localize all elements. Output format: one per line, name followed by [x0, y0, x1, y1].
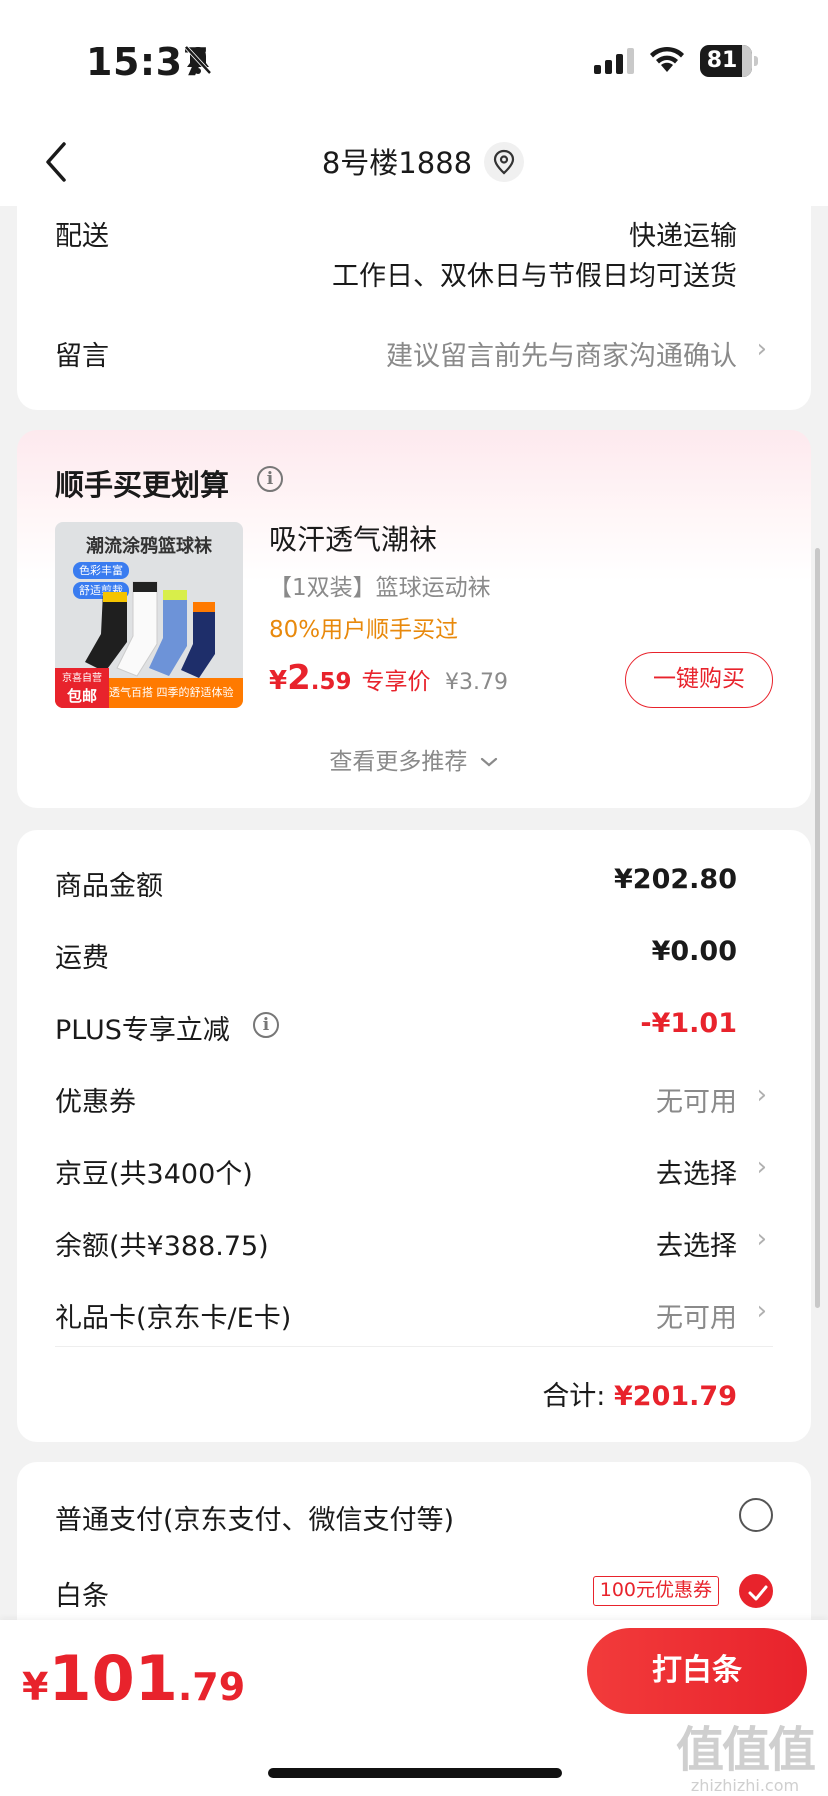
product-price: ¥2.59 专享价	[269, 658, 431, 698]
total-value: ¥201.79	[614, 1381, 737, 1412]
divider	[55, 1346, 773, 1347]
bell-muted-icon	[184, 45, 212, 75]
chevron-down-icon	[480, 757, 497, 767]
summary-label: PLUS专享立减	[55, 1015, 230, 1046]
cellular-signal-icon	[594, 48, 634, 74]
watermark: 值值值 zhizhizhi.com	[676, 1722, 816, 1795]
order-total: 合计: ¥201.79	[542, 1374, 737, 1413]
product-image[interactable]: 潮流涂鸦篮球袜 色彩丰富 舒适剪裁 透气百搭 四季的舒适体验 京喜自营 包邮	[55, 522, 243, 708]
one-click-buy-button[interactable]: 一键购买	[625, 652, 773, 708]
payment-option-label: 白条	[55, 1581, 109, 1612]
chevron-right-icon: ›	[756, 1296, 767, 1326]
summary-label: 商品金额	[55, 871, 163, 902]
summary-row-balance[interactable]: 余额(共¥388.75) 去选择 ›	[17, 1224, 811, 1264]
summary-value: 去选择	[656, 1231, 737, 1262]
total-label: 合计:	[542, 1381, 606, 1412]
bottom-bar: ¥101.79 打白条 值值值 zhizhizhi.com	[0, 1620, 828, 1796]
message-label: 留言	[55, 341, 109, 372]
free-shipping-badge: 京喜自营 包邮	[55, 668, 109, 708]
summary-row-giftcard[interactable]: 礼品卡(京东卡/E卡) 无可用 ›	[17, 1296, 811, 1336]
summary-value: 无可用	[656, 1087, 737, 1118]
more-recommendations-link[interactable]: 查看更多推荐	[17, 742, 811, 776]
wifi-icon	[650, 46, 684, 72]
product-spec: 【1双装】篮球运动袜	[269, 575, 491, 601]
chevron-right-icon: ›	[756, 1152, 767, 1182]
summary-label: 礼品卡(京东卡/E卡)	[55, 1303, 292, 1334]
summary-row: PLUS专享立减 i -¥1.01	[17, 1008, 811, 1048]
delivery-label: 配送	[55, 221, 109, 252]
payment-option-radio-selected[interactable]	[739, 1574, 773, 1608]
battery-indicator: 81	[700, 45, 758, 77]
scrollbar[interactable]	[815, 548, 820, 1308]
summary-label: 余额(共¥388.75)	[55, 1231, 269, 1262]
original-price: ¥3.79	[445, 670, 508, 695]
summary-row: 商品金额 ¥202.80	[17, 864, 811, 904]
recommend-title: 顺手买更划算	[55, 468, 230, 502]
summary-value: 无可用	[656, 1303, 737, 1334]
coupon-tag: 100元优惠券	[592, 1576, 719, 1606]
payable-price: ¥101.79	[22, 1642, 246, 1715]
chevron-right-icon: ›	[756, 1224, 767, 1254]
message-chevron-icon: ›	[756, 334, 767, 364]
price-tag: 专享价	[361, 669, 431, 695]
summary-label: 优惠券	[55, 1087, 136, 1118]
page-title: 8号楼1888	[321, 146, 473, 180]
battery-level: 81	[706, 48, 738, 73]
summary-value: ¥0.00	[651, 936, 737, 967]
location-pin-icon	[493, 149, 515, 175]
info-icon[interactable]: i	[253, 1012, 279, 1038]
more-recommendations-label: 查看更多推荐	[329, 749, 468, 775]
checkmark-icon	[748, 1585, 768, 1601]
delivery-card: 配送 快递运输 工作日、双休日与节假日均可送货 留言 建议留言前先与商家沟通确认…	[17, 190, 811, 410]
status-bar: 15:37 81	[0, 0, 828, 120]
delivery-schedule: 工作日、双休日与节假日均可送货	[332, 261, 737, 292]
summary-label: 运费	[55, 943, 109, 974]
recommend-card: 顺手买更划算 i 潮流涂鸦篮球袜 色彩丰富 舒适剪裁 透气百搭 四季的舒适体验 …	[17, 430, 811, 808]
summary-row: 运费 ¥0.00	[17, 936, 811, 976]
info-icon[interactable]: i	[257, 466, 283, 492]
summary-row-jingdou[interactable]: 京豆(共3400个) 去选择 ›	[17, 1152, 811, 1192]
product-stat: 80%用户顺手买过	[269, 617, 459, 643]
payment-option-label: 普通支付(京东支付、微信支付等)	[55, 1505, 455, 1536]
summary-value: 去选择	[656, 1159, 737, 1190]
product-image-title: 潮流涂鸦篮球袜	[86, 536, 212, 557]
order-summary-card: 商品金额 ¥202.80 运费 ¥0.00 PLUS专享立减 i -¥1.01 …	[17, 830, 811, 1442]
payment-option-radio[interactable]	[739, 1498, 773, 1532]
summary-row-coupon[interactable]: 优惠券 无可用 ›	[17, 1080, 811, 1120]
chevron-right-icon: ›	[756, 1080, 767, 1110]
delivery-method: 快递运输	[629, 221, 737, 252]
summary-label: 京豆(共3400个)	[55, 1159, 253, 1190]
summary-value: -¥1.01	[640, 1008, 737, 1039]
socks-illustration	[85, 581, 215, 678]
message-field[interactable]: 建议留言前先与商家沟通确认	[386, 334, 737, 373]
summary-value: ¥202.80	[614, 864, 737, 895]
product-name[interactable]: 吸汗透气潮袜	[269, 518, 437, 558]
pay-button[interactable]: 打白条	[587, 1628, 807, 1714]
location-pin-button[interactable]	[484, 142, 524, 182]
home-indicator[interactable]	[268, 1768, 562, 1778]
